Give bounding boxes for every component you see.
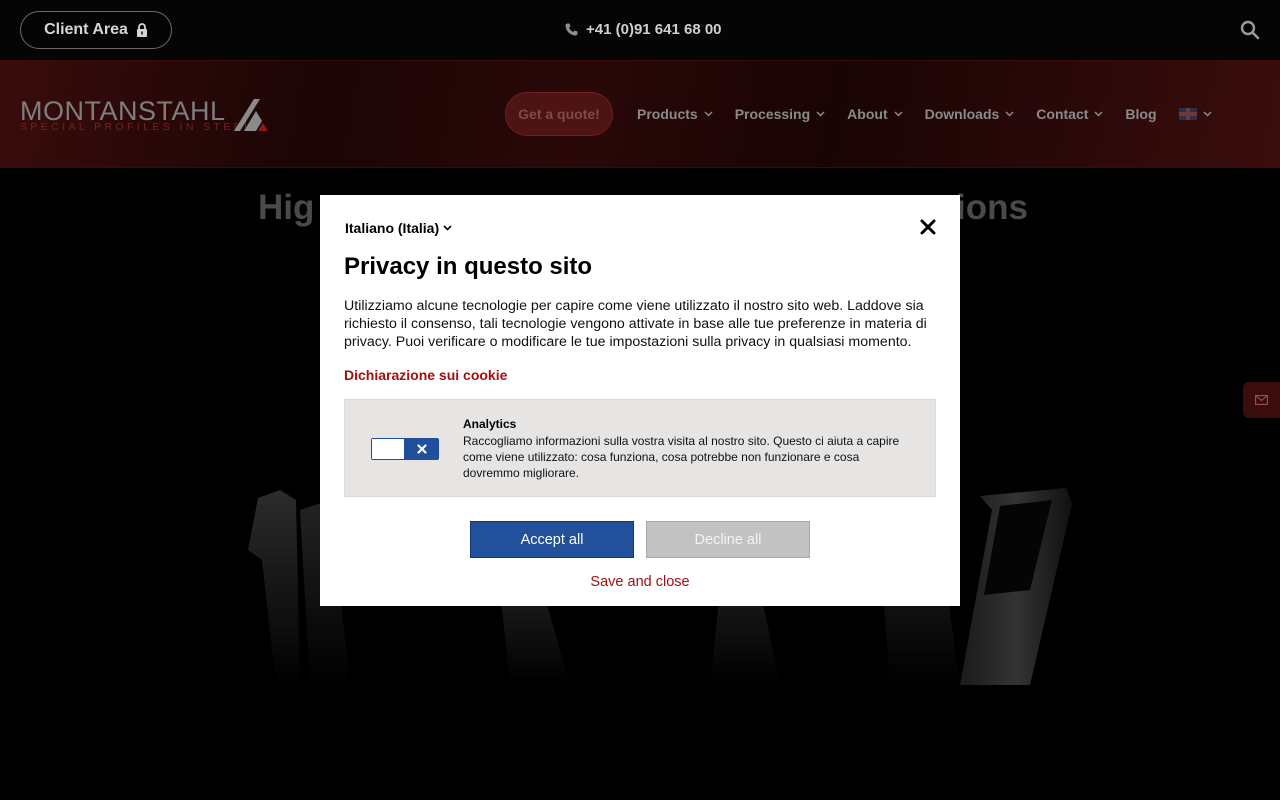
cookie-consent-dialog: Italiano (Italia) Privacy in questo sito… — [320, 195, 960, 606]
analytics-description: Raccogliamo informazioni sulla vostra vi… — [463, 434, 900, 480]
toggle-knob — [372, 439, 405, 459]
analytics-consent-panel: Analytics Raccogliamo informazioni sulla… — [344, 399, 936, 497]
language-select-value: Italiano (Italia) — [345, 220, 440, 236]
close-icon[interactable] — [920, 219, 936, 235]
dialog-title: Privacy in questo sito — [344, 253, 593, 280]
toggle-off-state — [405, 439, 438, 459]
accept-all-button[interactable]: Accept all — [470, 521, 634, 558]
save-and-close-link[interactable]: Save and close — [320, 574, 960, 590]
language-select[interactable]: Italiano (Italia) — [345, 220, 452, 236]
cookie-statement-link[interactable]: Dichiarazione sui cookie — [344, 367, 507, 383]
analytics-toggle[interactable] — [371, 438, 439, 460]
dialog-description: Utilizziamo alcune tecnologie per capire… — [344, 298, 927, 350]
decline-all-button[interactable]: Decline all — [646, 521, 810, 558]
close-icon — [416, 444, 427, 454]
chevron-down-icon — [443, 225, 452, 231]
analytics-title: Analytics — [463, 417, 517, 431]
